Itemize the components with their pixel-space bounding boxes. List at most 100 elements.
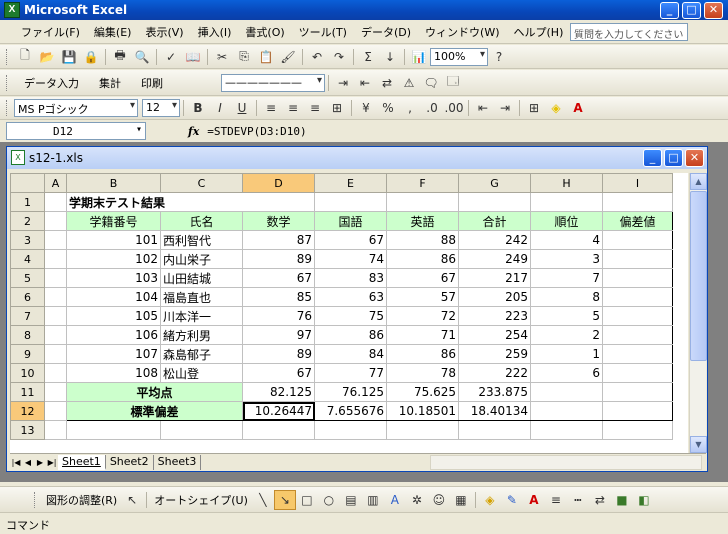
trace-dependents-icon[interactable]: ⇤ [354,73,376,93]
cell-deviation[interactable] [602,363,673,383]
cell-math[interactable]: 89 [242,344,315,364]
dash-style-icon[interactable]: ┅ [567,490,589,510]
cell-en[interactable]: 72 [386,306,459,326]
maximize-button[interactable]: □ [682,2,701,19]
tab-sheet3[interactable]: Sheet3 [154,454,202,470]
scroll-thumb[interactable] [690,191,707,361]
row-header[interactable]: 9 [10,344,45,364]
picture-icon[interactable]: ▦ [450,490,472,510]
cell-deviation[interactable] [602,344,673,364]
cell-total[interactable]: 242 [458,230,531,250]
total-button[interactable]: 集計 [89,75,131,91]
cell-rank[interactable]: 5 [530,306,603,326]
col-header-g[interactable]: G [458,173,531,193]
cell[interactable] [44,249,67,269]
cell-math[interactable]: 97 [242,325,315,345]
cell-math[interactable]: 67 [242,363,315,383]
watch-window-icon[interactable]: 🗔 [442,73,464,93]
cell[interactable] [44,211,67,231]
print-preview-icon[interactable]: 🔍 [131,47,153,67]
cell-en[interactable]: 71 [386,325,459,345]
cell-total[interactable]: 259 [458,344,531,364]
bold-button[interactable]: B [187,98,209,118]
average-cell[interactable]: 75.625 [386,382,459,402]
average-label-cell[interactable]: 平均点 [66,382,243,402]
cell-id[interactable]: 101 [66,230,161,250]
3d-style-icon[interactable]: ◧ [633,490,655,510]
align-right-icon[interactable]: ≡ [304,98,326,118]
help-icon[interactable]: ? [488,47,510,67]
row-header[interactable]: 4 [10,249,45,269]
clipart-icon[interactable]: ☺ [428,490,450,510]
header-cell[interactable]: 合計 [458,211,531,231]
cell-rank[interactable]: 8 [530,287,603,307]
draw-menu-button[interactable]: 図形の調整(R) [42,492,121,508]
cell[interactable] [530,420,603,440]
zoom-dropdown[interactable]: 100% [430,47,488,66]
header-cell[interactable]: 学籍番号 [66,211,161,231]
select-all-corner[interactable] [10,173,45,193]
cell[interactable] [530,192,603,212]
merge-center-icon[interactable]: ⊞ [326,98,348,118]
cell[interactable] [458,192,531,212]
row-header[interactable]: 12 [10,401,45,421]
row-header[interactable]: 11 [10,382,45,402]
stdev-label-cell[interactable]: 標準偏差 [66,401,243,421]
cell-name[interactable]: 川本洋一 [160,306,243,326]
arrow-icon[interactable]: ↘ [273,489,296,510]
cell-en[interactable]: 88 [386,230,459,250]
stdev-cell[interactable]: 18.40134 [458,401,531,421]
col-header-i[interactable]: I [602,173,673,193]
cell[interactable] [44,363,67,383]
spelling-icon[interactable]: ✓ [160,47,182,67]
cell-rank[interactable]: 7 [530,268,603,288]
last-sheet-icon[interactable]: ▶| [46,458,58,467]
paste-icon[interactable]: 📋 [255,47,277,67]
cut-icon[interactable]: ✂ [211,47,233,67]
diagram-icon[interactable]: ✲ [406,490,428,510]
prev-sheet-icon[interactable]: ◀ [22,458,34,467]
cell-id[interactable]: 106 [66,325,161,345]
header-cell[interactable]: 順位 [530,211,603,231]
average-cell[interactable]: 76.125 [314,382,387,402]
cell-rank[interactable]: 3 [530,249,603,269]
cell[interactable] [160,420,243,440]
line-style-icon[interactable]: ≡ [545,490,567,510]
increase-indent-icon[interactable]: ⇥ [494,98,516,118]
col-header-b[interactable]: B [66,173,161,193]
menu-view[interactable]: 表示(V) [138,24,190,40]
line-color-icon[interactable]: ✎ [501,490,523,510]
stdev-cell-active[interactable]: 10.26447 [242,401,315,421]
cell[interactable] [44,382,67,402]
horizontal-scrollbar[interactable] [430,455,702,470]
permission-icon[interactable]: 🔒 [80,47,102,67]
col-header-h[interactable]: H [530,173,603,193]
wb-minimize-button[interactable]: _ [643,149,662,167]
row-header[interactable]: 2 [10,211,45,231]
cell[interactable] [44,230,67,250]
cell-total[interactable]: 222 [458,363,531,383]
cell-en[interactable]: 57 [386,287,459,307]
cell[interactable] [602,420,673,440]
worksheet-grid[interactable]: A B C D E F G H I 1 学期末テスト結果 2 学籍番号 氏名 数… [10,173,688,453]
cell-deviation[interactable] [602,306,673,326]
cell-id[interactable]: 105 [66,306,161,326]
cell[interactable] [44,344,67,364]
help-search-input[interactable]: 質問を入力してください [570,23,688,41]
font-size-dropdown[interactable]: 12 [142,99,180,117]
menu-format[interactable]: 書式(O) [238,24,291,40]
autoshapes-button[interactable]: オートシェイプ(U) [150,492,252,508]
close-button[interactable]: ✕ [704,2,723,19]
menu-window[interactable]: ウィンドウ(W) [418,24,506,40]
cell-total[interactable]: 249 [458,249,531,269]
col-header-c[interactable]: C [160,173,243,193]
cell-id[interactable]: 107 [66,344,161,364]
align-left-icon[interactable]: ≡ [260,98,282,118]
stdev-cell[interactable]: 7.655676 [314,401,387,421]
font-color-icon[interactable]: A [567,98,589,118]
rectangle-icon[interactable]: □ [296,490,318,510]
cell-en[interactable]: 78 [386,363,459,383]
cell-deviation[interactable] [602,325,673,345]
menu-file[interactable]: ファイル(F) [14,24,87,40]
tab-sheet2[interactable]: Sheet2 [106,454,154,470]
